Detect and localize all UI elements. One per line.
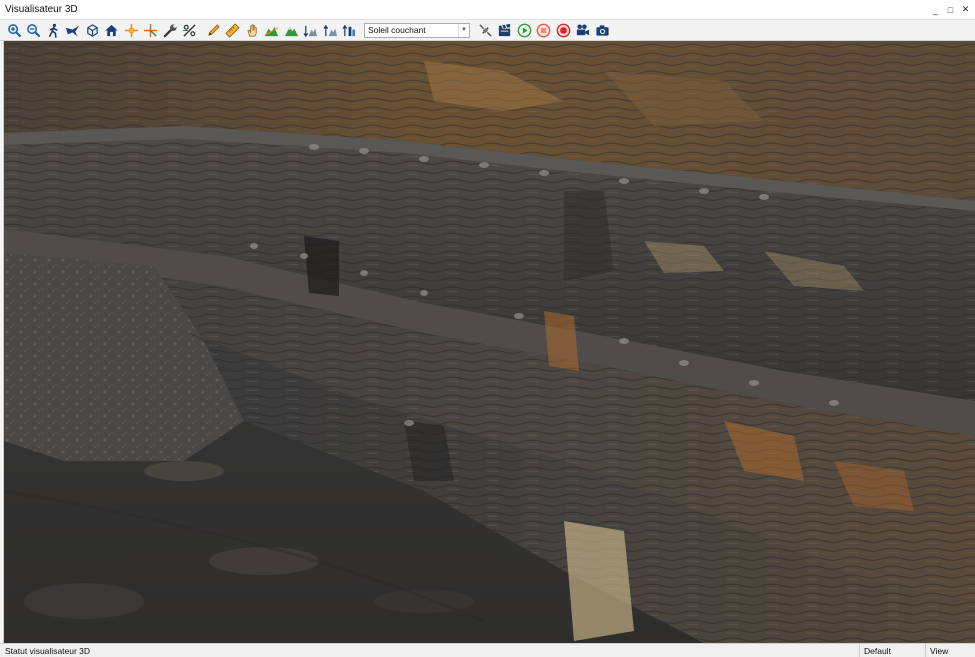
- title-bar: Visualisateur 3D _ □ ✕: [0, 0, 975, 20]
- 3d-viewport[interactable]: [4, 41, 975, 643]
- home-button[interactable]: [103, 21, 121, 39]
- status-mode: View: [925, 644, 975, 657]
- status-profile: Default: [859, 644, 925, 657]
- stop-icon: [536, 23, 551, 37]
- settings-button[interactable]: [161, 21, 179, 39]
- sun-elevation-icon: [342, 24, 356, 36]
- slope-percent-icon: [182, 23, 196, 37]
- elevation-up-icon: [322, 24, 337, 36]
- satellite-icon: [478, 23, 492, 37]
- ruler-icon: [225, 22, 240, 38]
- clapperboard-button[interactable]: [496, 21, 514, 39]
- pan-hand-icon: [246, 24, 257, 36]
- pick-point-icon: [124, 23, 138, 37]
- lighting-select[interactable]: Soleil couchant ▼: [364, 22, 470, 38]
- video-camera-button[interactable]: [574, 21, 592, 39]
- walk-icon: [48, 23, 58, 38]
- zoom-in-button[interactable]: [5, 21, 23, 39]
- record-button[interactable]: [554, 21, 572, 39]
- elevation-down-button[interactable]: [302, 21, 320, 39]
- minimize-button[interactable]: _: [929, 3, 942, 17]
- sun-elevation-button[interactable]: [341, 21, 359, 39]
- walk-button[interactable]: [44, 21, 62, 39]
- wrench-icon: [163, 23, 177, 37]
- status-message: Statut visualisateur 3D: [5, 645, 91, 656]
- maximize-button[interactable]: □: [944, 3, 957, 17]
- close-button[interactable]: ✕: [959, 3, 972, 17]
- crosshair-icon: [143, 23, 158, 37]
- chevron-down-icon[interactable]: ▼: [458, 23, 469, 37]
- quarry-3d-model[interactable]: [4, 41, 975, 643]
- window-controls: _ □ ✕: [929, 3, 975, 17]
- terrain-profile-icon: [264, 26, 279, 36]
- measure-button[interactable]: [224, 21, 242, 39]
- terrain-fill-button[interactable]: [282, 21, 300, 39]
- record-icon: [556, 23, 570, 37]
- status-bar: Statut visualisateur 3D Default View: [0, 643, 975, 657]
- elevation-down-icon: [303, 25, 318, 37]
- terrain-profile-button[interactable]: [263, 21, 281, 39]
- zoom-out-icon: [27, 23, 41, 37]
- fly-button[interactable]: [64, 21, 82, 39]
- pencil-icon: [207, 23, 220, 36]
- zoom-in-icon: [7, 23, 21, 37]
- terrain-fill-icon: [284, 26, 298, 36]
- play-icon: [517, 23, 531, 37]
- zoom-out-button[interactable]: [25, 21, 43, 39]
- clapperboard-icon: [498, 23, 511, 36]
- photo-camera-icon: [595, 24, 609, 36]
- crosshair-button[interactable]: [142, 21, 160, 39]
- photo-camera-button[interactable]: [593, 21, 611, 39]
- draw-button[interactable]: [204, 21, 222, 39]
- elevation-up-button[interactable]: [321, 21, 339, 39]
- play-button[interactable]: [515, 21, 533, 39]
- slope-button[interactable]: [181, 21, 199, 39]
- fly-icon: [65, 25, 80, 36]
- video-camera-icon: [576, 24, 590, 35]
- pick-point-button[interactable]: [122, 21, 140, 39]
- cube-view-button[interactable]: [83, 21, 101, 39]
- stop-button[interactable]: [535, 21, 553, 39]
- lighting-select-value: Soleil couchant: [368, 25, 426, 35]
- window-title: Visualisateur 3D: [5, 4, 78, 15]
- toolbar: Soleil couchant ▼: [0, 20, 975, 41]
- pan-button[interactable]: [243, 21, 261, 39]
- cube-view-icon: [86, 23, 98, 37]
- home-icon: [105, 24, 118, 36]
- satellite-button[interactable]: [476, 21, 494, 39]
